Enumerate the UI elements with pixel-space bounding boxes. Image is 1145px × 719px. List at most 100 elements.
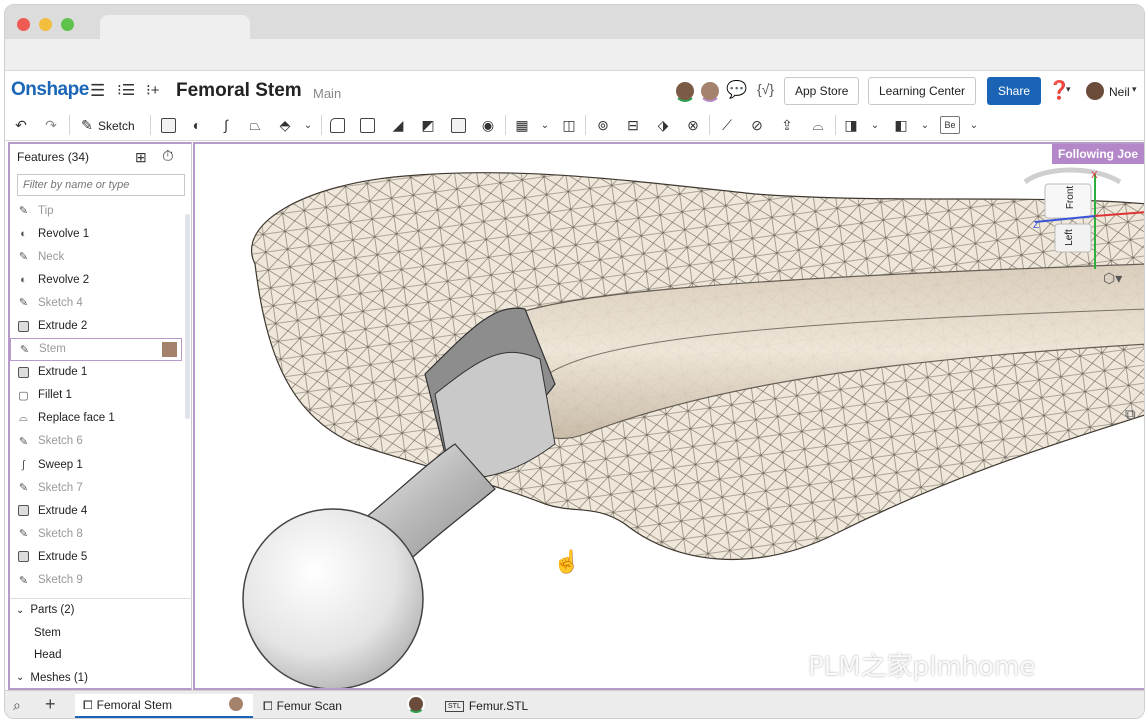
user-name[interactable]: Neil <box>1109 85 1130 99</box>
chevron-down-icon[interactable]: ⌄ <box>298 115 318 135</box>
view-cube-front-label[interactable]: Front <box>1065 186 1076 209</box>
sheet-metal-icon[interactable]: ◨ <box>841 115 861 135</box>
replace-face-icon[interactable]: ⌓ <box>808 115 828 135</box>
add-tab-icon[interactable]: + <box>45 694 56 715</box>
extrude-icon[interactable] <box>158 115 178 135</box>
menu-icon[interactable]: ☰ <box>90 81 105 101</box>
view-options-icon[interactable]: ⬡▾ <box>1103 270 1122 287</box>
sketch-icon: ✎ <box>18 205 29 218</box>
onshape-logo[interactable]: Onshape <box>11 79 89 101</box>
loft-icon[interactable]: ⏢ <box>245 115 265 135</box>
split-icon[interactable]: ⊟ <box>623 115 643 135</box>
add-folder-icon[interactable]: ⊞ <box>135 149 147 166</box>
move-face-icon[interactable]: ⇪ <box>777 115 797 135</box>
part-item[interactable]: Stem <box>10 622 192 645</box>
display-mode-icon[interactable]: ⧉ <box>1125 406 1136 423</box>
feature-item[interactable]: ✎ Sketch 4 <box>10 291 182 314</box>
rollback-timer-icon[interactable]: ⏱ <box>162 148 174 165</box>
app-store-button[interactable]: App Store <box>784 77 860 105</box>
delete-part-icon[interactable]: ⊗ <box>683 115 703 135</box>
pattern-icon[interactable]: ▦ <box>512 115 532 135</box>
avatar[interactable] <box>674 80 696 102</box>
sweep-icon[interactable]: ∫ <box>216 115 236 135</box>
chevron-down-icon[interactable]: ▾ <box>1066 84 1071 95</box>
feature-item[interactable]: ✎ Sketch 8 <box>10 522 182 545</box>
chat-icon[interactable]: 💬 <box>726 80 747 100</box>
parts-header[interactable]: ⌄ Parts (2) <box>10 599 192 622</box>
share-button[interactable]: Share <box>987 77 1041 105</box>
rib-icon[interactable]: ◩ <box>418 115 438 135</box>
feature-item[interactable]: ∫ Sweep 1 <box>10 453 182 476</box>
modify-fillet-icon[interactable]: ⟋ <box>717 115 737 135</box>
minimize-window-button[interactable] <box>39 18 52 31</box>
sketch-icon[interactable]: ✎ <box>77 115 97 135</box>
maximize-window-button[interactable] <box>61 18 74 31</box>
tab-label: Femoral Stem <box>96 698 172 712</box>
document-branch[interactable]: Main <box>313 86 341 101</box>
draft-icon[interactable]: ◢ <box>388 115 408 135</box>
user-avatar[interactable] <box>1084 80 1106 102</box>
feature-item[interactable]: ✎ Sketch 9 <box>10 569 182 592</box>
redo-icon[interactable]: ↷ <box>41 115 61 135</box>
document-title[interactable]: Femoral Stem <box>176 80 302 102</box>
address-bar[interactable] <box>5 39 1144 71</box>
feature-label: Sketch 7 <box>38 481 83 494</box>
chamfer-icon[interactable] <box>357 115 377 135</box>
chevron-down-icon[interactable]: ⌄ <box>915 115 935 135</box>
feature-item[interactable]: ◐ Revolve 2 <box>10 268 182 291</box>
mirror-icon[interactable]: ◫ <box>559 115 579 135</box>
bead-button[interactable]: Be <box>940 116 960 134</box>
thicken-icon[interactable]: ⬘ <box>275 115 295 135</box>
feature-item[interactable]: ◐ Revolve 1 <box>10 222 182 245</box>
chevron-down-icon[interactable]: ⌄ <box>535 115 555 135</box>
transform-icon[interactable]: ⬗ <box>653 115 673 135</box>
feature-item[interactable]: ⌓ Replace face 1 <box>10 407 182 430</box>
fillet-icon[interactable] <box>327 115 347 135</box>
frame-icon[interactable]: ◧ <box>891 115 911 135</box>
sketch-button-label[interactable]: Sketch <box>98 119 135 133</box>
delete-face-icon[interactable]: ⊘ <box>747 115 767 135</box>
close-window-button[interactable] <box>17 18 30 31</box>
meshes-header[interactable]: ⌄ Meshes (1) <box>10 667 192 690</box>
chevron-down-icon[interactable]: ⌄ <box>865 115 885 135</box>
insert-icon[interactable]: ⁝+ <box>146 81 160 99</box>
feature-item[interactable]: ✎ Sketch 7 <box>10 476 182 499</box>
tab-femur-stl[interactable]: STL Femur.STL <box>437 694 617 718</box>
learning-center-button[interactable]: Learning Center <box>868 77 977 105</box>
tab-femoral-stem[interactable]: ⧠ Femoral Stem <box>75 694 253 718</box>
view-cube-left-label[interactable]: Left <box>1064 229 1075 246</box>
feature-tree-icon[interactable]: ⁝☰ <box>117 81 135 99</box>
boolean-icon[interactable]: ⊚ <box>593 115 613 135</box>
chevron-down-icon[interactable]: ▾ <box>1132 84 1137 95</box>
feature-item[interactable]: ✎ Sketch 6 <box>10 430 182 453</box>
feature-item[interactable]: Extrude 1 <box>10 361 182 384</box>
model-render[interactable]: ☝ <box>195 144 1145 690</box>
variables-icon[interactable]: {√} <box>757 81 774 97</box>
toolbar-divider <box>505 115 506 135</box>
shell-icon[interactable] <box>448 115 468 135</box>
undo-icon[interactable]: ↶ <box>11 115 31 135</box>
part-item[interactable]: Head <box>10 644 192 667</box>
scrollbar[interactable] <box>185 214 190 419</box>
feature-item[interactable]: Extrude 5 <box>10 545 182 568</box>
avatar[interactable] <box>699 80 721 102</box>
feature-item[interactable]: ✎ Tip <box>10 199 182 222</box>
revolve-icon[interactable]: ◐ <box>187 115 207 135</box>
feature-item[interactable]: Extrude 4 <box>10 499 182 522</box>
browser-tab[interactable] <box>100 15 250 39</box>
feature-item[interactable]: ✎ Stem <box>10 337 182 361</box>
feature-filter-input[interactable] <box>17 174 185 196</box>
feature-label: Sweep 1 <box>38 458 83 471</box>
feature-item[interactable]: ✎ Neck <box>10 245 182 268</box>
graphics-viewport[interactable]: ☝ Front Left X Z ⬡▾ ⧉ Following Joe <box>193 142 1145 690</box>
hole-icon[interactable]: ◉ <box>478 115 498 135</box>
tab-label: Femur Scan <box>276 699 342 713</box>
sketch-icon: ✎ <box>18 297 29 310</box>
chevron-down-icon[interactable]: ⌄ <box>964 115 984 135</box>
feature-item[interactable]: Extrude 2 <box>10 314 182 337</box>
feature-item[interactable]: ▢ Fillet 1 <box>10 384 182 407</box>
tab-manager-icon[interactable]: ⌕ <box>13 697 21 714</box>
tab-femur-scan[interactable]: ⧠ Femur Scan <box>255 694 435 718</box>
following-badge[interactable]: Following Joe <box>1052 144 1144 164</box>
sketch-icon: ✎ <box>18 435 29 448</box>
